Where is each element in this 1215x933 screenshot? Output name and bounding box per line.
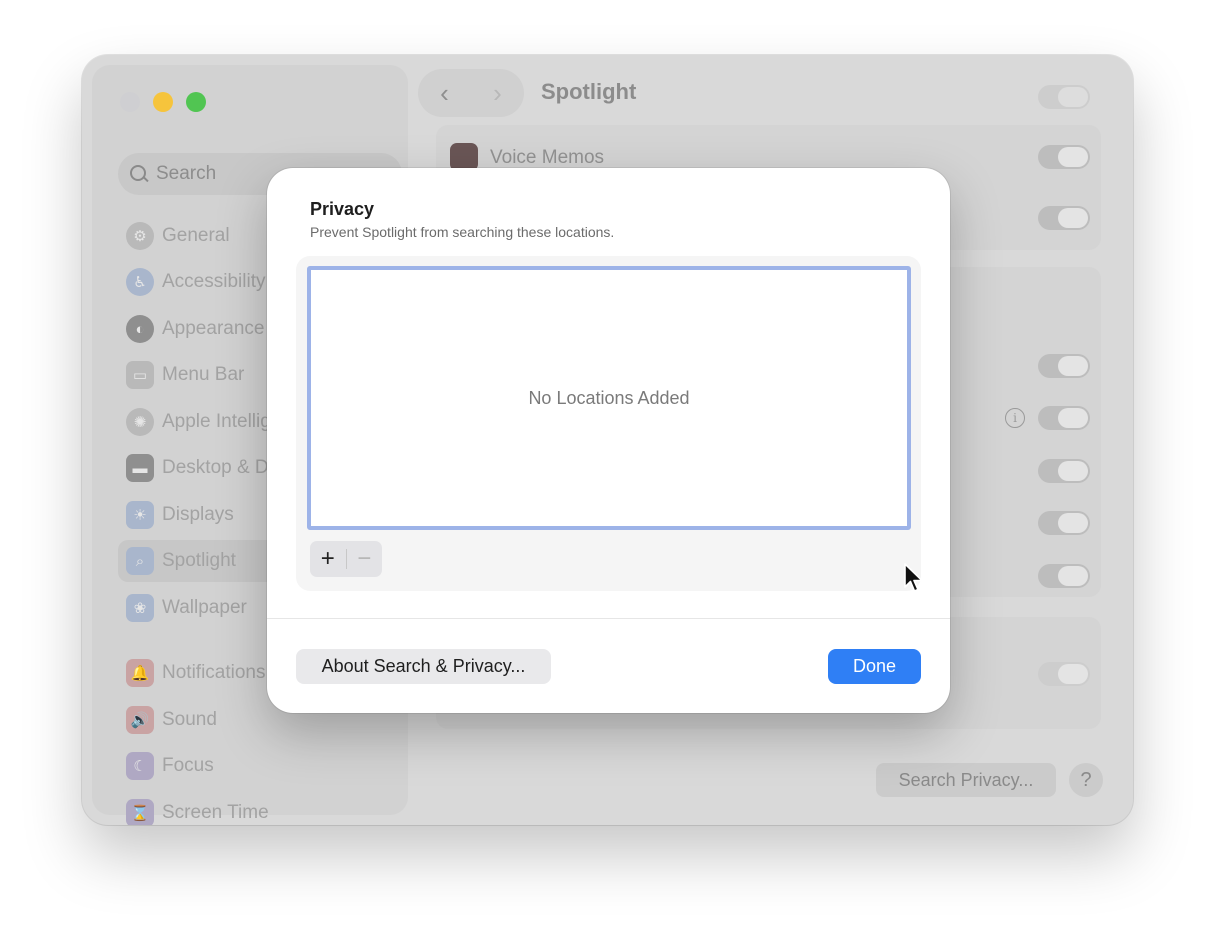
sidebar-item-label: Menu Bar (162, 364, 245, 385)
dialog-subtitle: Prevent Spotlight from searching these l… (310, 224, 615, 240)
mouse-cursor-icon (904, 563, 923, 592)
voice-memos-icon (450, 143, 478, 171)
desktop-dock-icon: ▬ (126, 454, 154, 482)
navigation-buttons: ‹ › (418, 69, 524, 117)
locations-panel: No Locations Added + − (296, 256, 921, 591)
sidebar-item-label: Desktop & Do (162, 457, 280, 478)
search-icon (130, 165, 148, 183)
sidebar-item-screen-time[interactable]: ⌛ Screen Time (118, 792, 402, 825)
forward-button[interactable]: › (478, 78, 518, 109)
zoom-window-button[interactable] (186, 92, 206, 112)
search-privacy-button[interactable]: Search Privacy... (876, 763, 1056, 797)
sound-icon: 🔊 (126, 706, 154, 734)
accessibility-icon: ♿ (126, 268, 154, 296)
apple-intelligence-icon: ✺ (126, 408, 154, 436)
voice-memos-toggle[interactable] (1038, 145, 1090, 169)
sidebar-item-label: General (162, 225, 230, 246)
close-window-button[interactable] (120, 92, 140, 112)
sidebar-item-label: Apple Intellig (162, 411, 271, 432)
dialog-title: Privacy (310, 199, 375, 219)
toggle-switch[interactable] (1038, 511, 1090, 535)
remove-location-button[interactable]: − (346, 541, 382, 577)
back-button[interactable]: ‹ (425, 78, 465, 109)
privacy-dialog: Privacy Prevent Spotlight from searching… (267, 168, 950, 713)
minimize-window-button[interactable] (153, 92, 173, 112)
focus-icon: ☾ (126, 752, 154, 780)
sidebar-item-label: Accessibility (162, 271, 266, 292)
toggle-switch[interactable] (1038, 406, 1090, 430)
add-remove-control: + − (310, 541, 382, 577)
help-button[interactable]: ? (1069, 763, 1103, 797)
sidebar-item-label: Sound (162, 709, 217, 730)
appearance-icon: ◐ (126, 315, 154, 343)
locations-list[interactable]: No Locations Added (307, 266, 911, 530)
toggle-switch[interactable] (1038, 85, 1090, 109)
page-title: Spotlight (541, 79, 637, 104)
toggle-switch[interactable] (1038, 206, 1090, 230)
toggle-switch[interactable] (1038, 459, 1090, 483)
screen-time-icon: ⌛ (126, 799, 154, 825)
gear-icon: ⚙ (126, 222, 154, 250)
sidebar-item-label: Appearance (162, 318, 265, 339)
voice-memos-label: Voice Memos (490, 147, 605, 168)
menu-bar-icon: ▭ (126, 361, 154, 389)
empty-state-text: No Locations Added (528, 387, 690, 408)
dialog-divider (267, 618, 950, 619)
displays-icon: ☀ (126, 501, 154, 529)
sidebar-item-label: Wallpaper (162, 597, 247, 618)
spotlight-icon: ⌕ (126, 547, 154, 575)
info-icon[interactable]: i (1005, 408, 1025, 428)
about-search-privacy-button[interactable]: About Search & Privacy... (296, 649, 551, 684)
sidebar-item-label: Focus (162, 755, 214, 776)
search-placeholder: Search (156, 163, 217, 184)
sidebar-item-label: Spotlight (162, 550, 236, 571)
sidebar-item-focus[interactable]: ☾ Focus (118, 745, 402, 787)
toggle-switch[interactable] (1038, 662, 1090, 686)
wallpaper-icon: ❀ (126, 594, 154, 622)
done-button[interactable]: Done (828, 649, 921, 684)
sidebar-item-label: Notifications (162, 662, 266, 683)
notifications-icon: 🔔 (126, 659, 154, 687)
toggle-switch[interactable] (1038, 564, 1090, 588)
toggle-switch[interactable] (1038, 354, 1090, 378)
sidebar-item-label: Displays (162, 504, 234, 525)
add-location-button[interactable]: + (310, 541, 346, 577)
sidebar-item-label: Screen Time (162, 802, 269, 823)
